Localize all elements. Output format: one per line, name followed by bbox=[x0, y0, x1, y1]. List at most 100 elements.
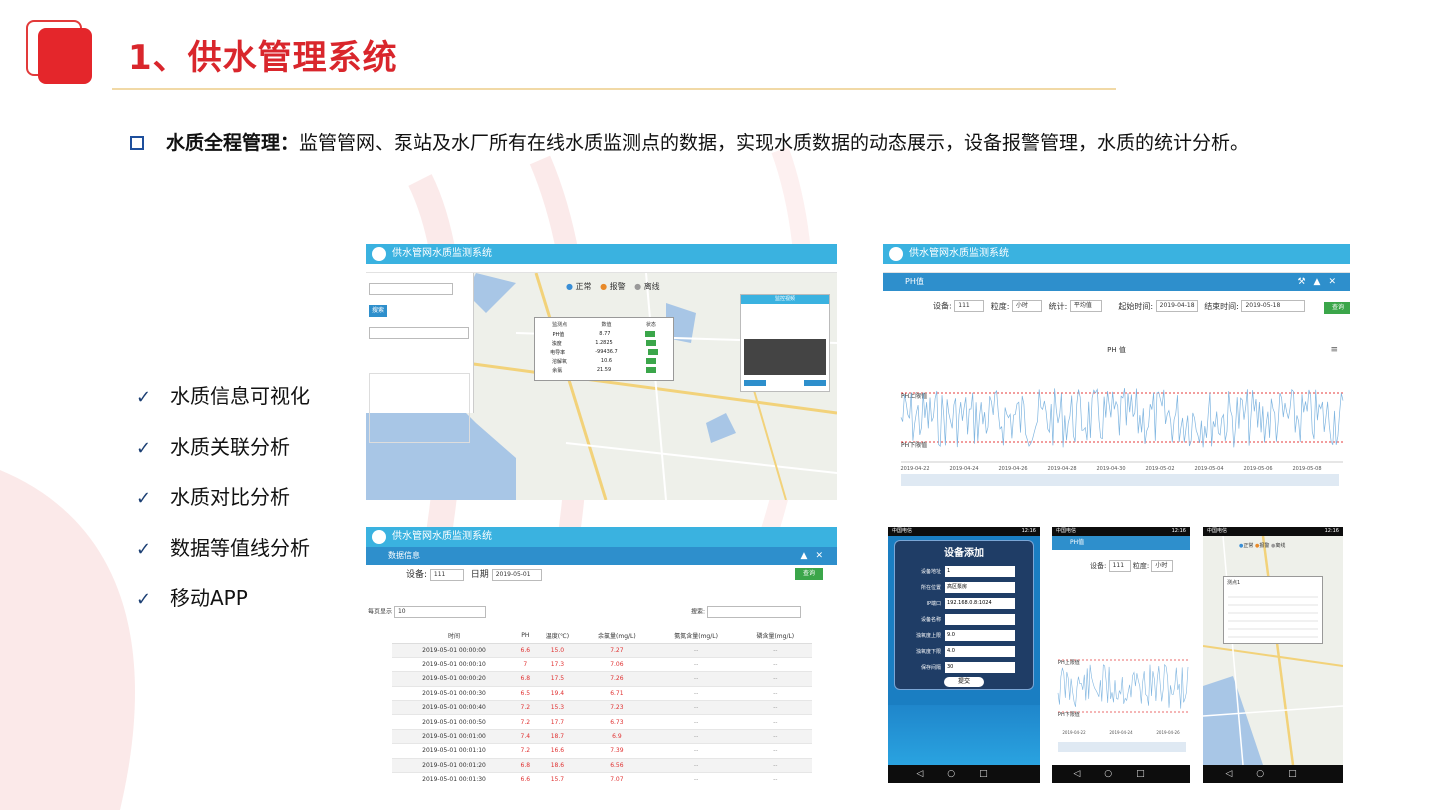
popup-row: 余氯 21.59 bbox=[535, 367, 673, 376]
phone-map: 中国电信 12:16 ●正常 ●报警 ●离线 测点1 ◁○□ bbox=[1203, 527, 1343, 783]
phone-status-bar: 中国电信 12:16 bbox=[888, 527, 1040, 536]
table-cell: 15.7 bbox=[534, 772, 581, 783]
form-input[interactable]: 4.0 bbox=[945, 645, 1015, 657]
description: 水质全程管理：监管管网、泵站及水厂所有在线水质监测点的数据，实现水质数据的动态展… bbox=[130, 128, 1249, 155]
feature-label: 水质对比分析 bbox=[170, 485, 290, 509]
map-popup: 测点1 bbox=[1223, 576, 1323, 644]
phone-screen: ●正常 ●报警 ●离线 测点1 bbox=[1203, 536, 1343, 765]
form-input[interactable] bbox=[945, 613, 1015, 625]
form-input[interactable]: 192.168.0.8:1024 bbox=[945, 597, 1015, 609]
toolbar-icons[interactable]: ⚒▲✕ bbox=[1297, 273, 1344, 291]
table-row: 2019-05-01 00:01:20 6.8 18.6 6.56 -- -- bbox=[392, 758, 812, 774]
video-button-left[interactable] bbox=[744, 380, 766, 386]
range-navigator[interactable] bbox=[1058, 742, 1186, 752]
title-mark-icon bbox=[26, 20, 92, 84]
table-cell: 19.4 bbox=[534, 686, 581, 702]
table-cell: -- bbox=[653, 758, 739, 774]
query-button[interactable]: 查询 bbox=[795, 568, 824, 580]
submit-button[interactable]: 提交 bbox=[944, 677, 984, 687]
table-cell: -- bbox=[653, 671, 739, 687]
toolbar-icons[interactable]: ▲✕ bbox=[801, 547, 831, 565]
table-cell: -- bbox=[738, 743, 812, 759]
page-size-select[interactable]: 10 bbox=[393, 606, 486, 618]
form-input[interactable]: 9.0 bbox=[945, 629, 1015, 641]
table-cell: 7.4 bbox=[516, 729, 535, 745]
device-select[interactable]: 111 bbox=[1108, 560, 1131, 572]
form-input[interactable]: 1 bbox=[945, 565, 1015, 577]
feature-item: ✓ 水质关联分析 bbox=[136, 431, 310, 482]
table-row: 2019-05-01 00:00:40 7.2 15.3 7.23 -- -- bbox=[392, 700, 812, 716]
search-input[interactable] bbox=[706, 606, 801, 618]
column-header[interactable]: PH bbox=[516, 629, 535, 644]
table-search: 搜索: bbox=[691, 606, 801, 618]
x-tick-label: 2019-05-04 bbox=[1194, 466, 1223, 472]
table-cell: 18.6 bbox=[534, 758, 581, 774]
granularity-select[interactable]: 小时 bbox=[1151, 560, 1174, 572]
phone-nav-bar[interactable]: ◁○□ bbox=[1052, 765, 1190, 783]
end-date-input[interactable]: 2019-05-18 bbox=[1241, 300, 1306, 312]
range-navigator[interactable] bbox=[901, 474, 1339, 486]
form-input[interactable]: 高区泵房 bbox=[945, 581, 1015, 593]
table-row: 2019-05-01 00:00:10 7 17.3 7.06 -- -- bbox=[392, 657, 812, 673]
table-cell: -- bbox=[738, 643, 812, 658]
x-tick-label: 2019-04-26 bbox=[998, 466, 1027, 472]
table-cell: 2019-05-01 00:01:30 bbox=[392, 772, 517, 783]
query-button[interactable]: 查询 bbox=[1323, 301, 1350, 314]
x-axis-ticks: 2019-04-22 2019-04-24 2019-04-26 bbox=[1062, 730, 1180, 735]
table-cell: 7.26 bbox=[580, 671, 654, 687]
table-cell: 15.3 bbox=[534, 700, 581, 716]
ph-chart: PH上限值 PH下限值 2019-04-22 2019-04-24 2019-04-… bbox=[900, 387, 1344, 486]
granularity-select[interactable]: 小时 bbox=[1012, 300, 1043, 312]
form-fields: 设备地址 1 所在位置 高区泵房 IP端口 192.168.0.8:1024 设备名称 浊氧度… bbox=[895, 563, 1033, 675]
column-header[interactable]: 磷含量(mg/L) bbox=[738, 629, 812, 644]
table-cell: 7.2 bbox=[516, 700, 535, 716]
panel-toolbar: PH值 ⚒▲✕ bbox=[883, 273, 1350, 291]
column-header[interactable]: 温度(℃) bbox=[534, 629, 581, 644]
legend-normal: 正常 bbox=[575, 282, 592, 291]
map-filter-select[interactable] bbox=[369, 326, 469, 339]
form-input[interactable]: 30 bbox=[945, 661, 1015, 673]
table-cell: 2019-05-01 00:00:10 bbox=[392, 657, 517, 673]
map-screenshot: 供水管网水质监测系统 ● 正常 ● 报警 ● 离线 搜索 监测点 数值 状态 P… bbox=[366, 244, 837, 500]
map-search-panel: 搜索 bbox=[366, 273, 474, 443]
ph-upper-limit-label: PH上限值 bbox=[1058, 659, 1080, 666]
column-header[interactable]: 氨氮含量(mg/L) bbox=[653, 629, 739, 644]
popup-row-value: 10.6 bbox=[600, 358, 613, 364]
table-cell: -- bbox=[653, 743, 739, 759]
table-cell: 2019-05-01 00:00:50 bbox=[392, 714, 517, 730]
table-cell: 2019-05-01 00:01:00 bbox=[392, 729, 517, 745]
date-input[interactable]: 2019-05-01 bbox=[491, 568, 542, 581]
table-cell: 6.9 bbox=[580, 729, 654, 745]
device-select[interactable]: 111 bbox=[429, 568, 464, 581]
x-tick-label: 2019-04-30 bbox=[1096, 466, 1125, 472]
phone-nav-bar[interactable]: ◁○□ bbox=[1203, 765, 1343, 783]
table-header-row: 时间 PH 温度(℃) 余氯量(mg/L) 氨氮含量(mg/L) 磷含量(mg/… bbox=[392, 629, 812, 644]
popup-row-value: 21.59 bbox=[596, 367, 612, 373]
page-size-label: 每页显示 bbox=[368, 608, 393, 616]
app-title: 供水管网水质监测系统 bbox=[392, 531, 492, 542]
stat-select[interactable]: 平均值 bbox=[1069, 300, 1102, 312]
column-header[interactable]: 时间 bbox=[392, 629, 517, 644]
table-row: 2019-05-01 00:00:20 6.8 17.5 7.26 -- -- bbox=[392, 671, 812, 687]
map-search-button[interactable]: 搜索 bbox=[369, 305, 388, 317]
device-select[interactable]: 111 bbox=[954, 300, 985, 312]
status-badge bbox=[646, 340, 657, 346]
video-player[interactable] bbox=[744, 339, 826, 375]
phone-nav-bar[interactable]: ◁○□ bbox=[888, 765, 1040, 783]
popup-title: 测点1 bbox=[1227, 580, 1241, 586]
start-date-input[interactable]: 2019-04-18 bbox=[1155, 300, 1198, 312]
table-cell: -- bbox=[653, 643, 739, 658]
phone-map-view[interactable] bbox=[1203, 536, 1343, 765]
legend-normal: 正常 bbox=[1243, 543, 1254, 549]
feature-label: 水质信息可视化 bbox=[170, 384, 310, 408]
table-cell: 2019-05-01 00:00:30 bbox=[392, 686, 517, 702]
table-cell: -- bbox=[738, 671, 812, 687]
map-search-input[interactable] bbox=[369, 282, 453, 295]
table-row: 2019-05-01 00:01:10 7.2 16.6 7.39 -- -- bbox=[392, 743, 812, 759]
column-header[interactable]: 余氯量(mg/L) bbox=[580, 629, 654, 644]
chart-menu-icon[interactable]: ≡ bbox=[1330, 345, 1338, 355]
table-row: 2019-05-01 00:01:00 7.4 18.7 6.9 -- -- bbox=[392, 729, 812, 745]
status-badge bbox=[646, 358, 656, 364]
table-cell: 7.06 bbox=[580, 657, 654, 673]
video-button-right[interactable] bbox=[804, 380, 826, 386]
